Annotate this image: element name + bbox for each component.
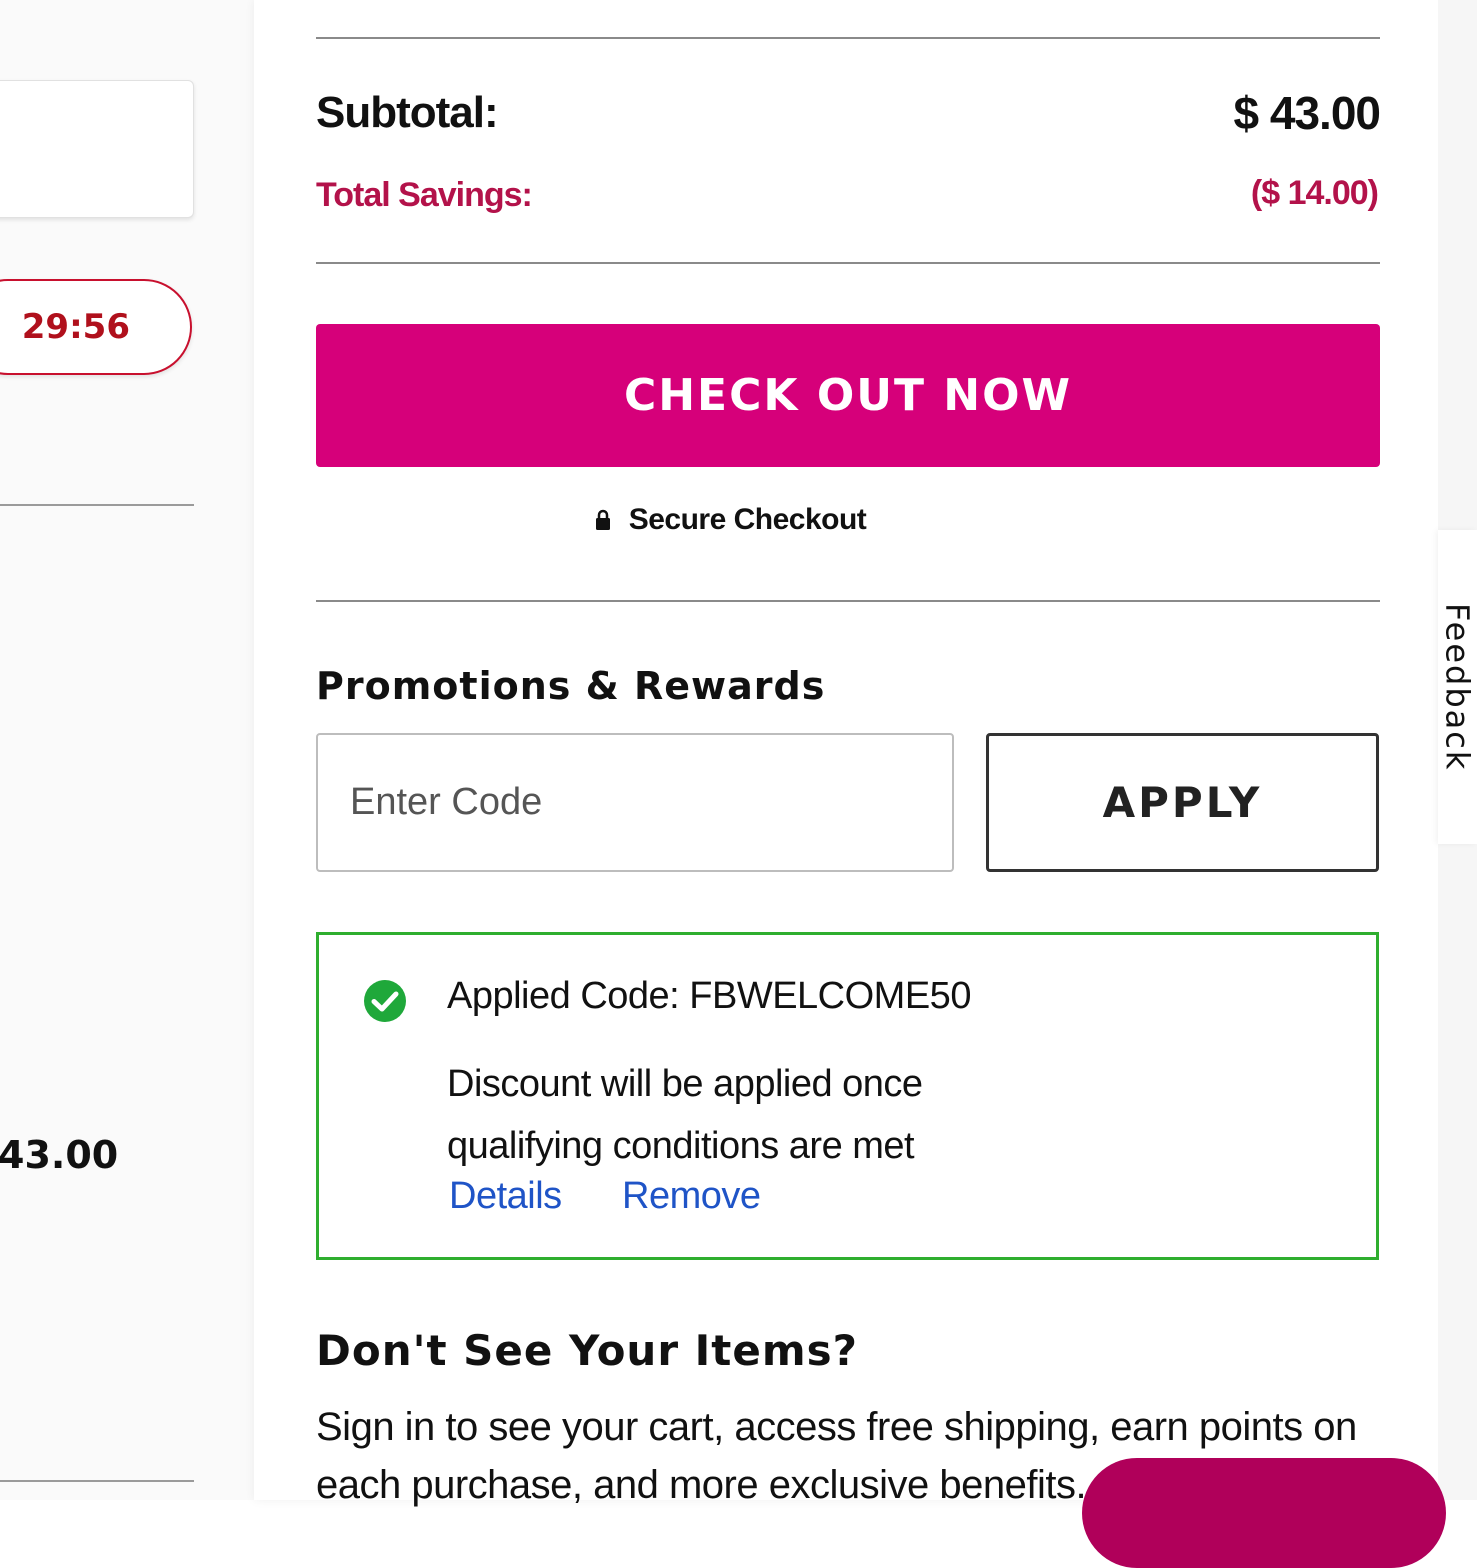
summary-divider (316, 262, 1380, 264)
applied-code-message: Discount will be applied once qualifying… (447, 1063, 923, 1167)
feedback-tab[interactable]: Feedback (1438, 530, 1477, 844)
timer-value: 29:56 (21, 307, 130, 347)
lock-icon (595, 509, 610, 530)
remove-link[interactable]: Remove (622, 1175, 761, 1218)
check-circle-icon (364, 980, 406, 1022)
checkout-button[interactable]: CHECK OUT NOW (316, 324, 1380, 467)
floating-action-button[interactable] (1082, 1458, 1446, 1568)
apply-button[interactable]: APPLY (986, 733, 1379, 872)
total-savings-value: ($ 14.00) (1250, 174, 1379, 212)
reservation-timer: 29:56 (0, 279, 192, 375)
cart-column: 29:56 43.00 (0, 0, 254, 1500)
promo-code-input[interactable] (316, 733, 954, 872)
secure-checkout-inner: Secure Checkout (595, 503, 867, 537)
cart-item-price: 43.00 (0, 1133, 119, 1177)
cart-info-card (0, 80, 194, 218)
feedback-label: Feedback (1438, 602, 1477, 772)
signin-title: Don't See Your Items? (316, 1326, 858, 1375)
cart-divider (0, 1480, 194, 1482)
total-savings-label: Total Savings: (316, 176, 533, 214)
subtotal-value: $ 43.00 (1233, 87, 1381, 139)
summary-divider (316, 37, 1380, 39)
details-link[interactable]: Details (449, 1175, 562, 1218)
promotions-title: Promotions & Rewards (316, 664, 826, 708)
subtotal-label: Subtotal: (316, 88, 499, 137)
applied-code-title: Applied Code: FBWELCOME50 (447, 975, 971, 1017)
secure-checkout-label: Secure Checkout (628, 503, 867, 536)
secure-checkout: Secure Checkout (0, 503, 1477, 537)
applied-code-notice: Applied Code: FBWELCOME50 Discount will … (316, 932, 1379, 1260)
summary-divider (316, 600, 1380, 602)
